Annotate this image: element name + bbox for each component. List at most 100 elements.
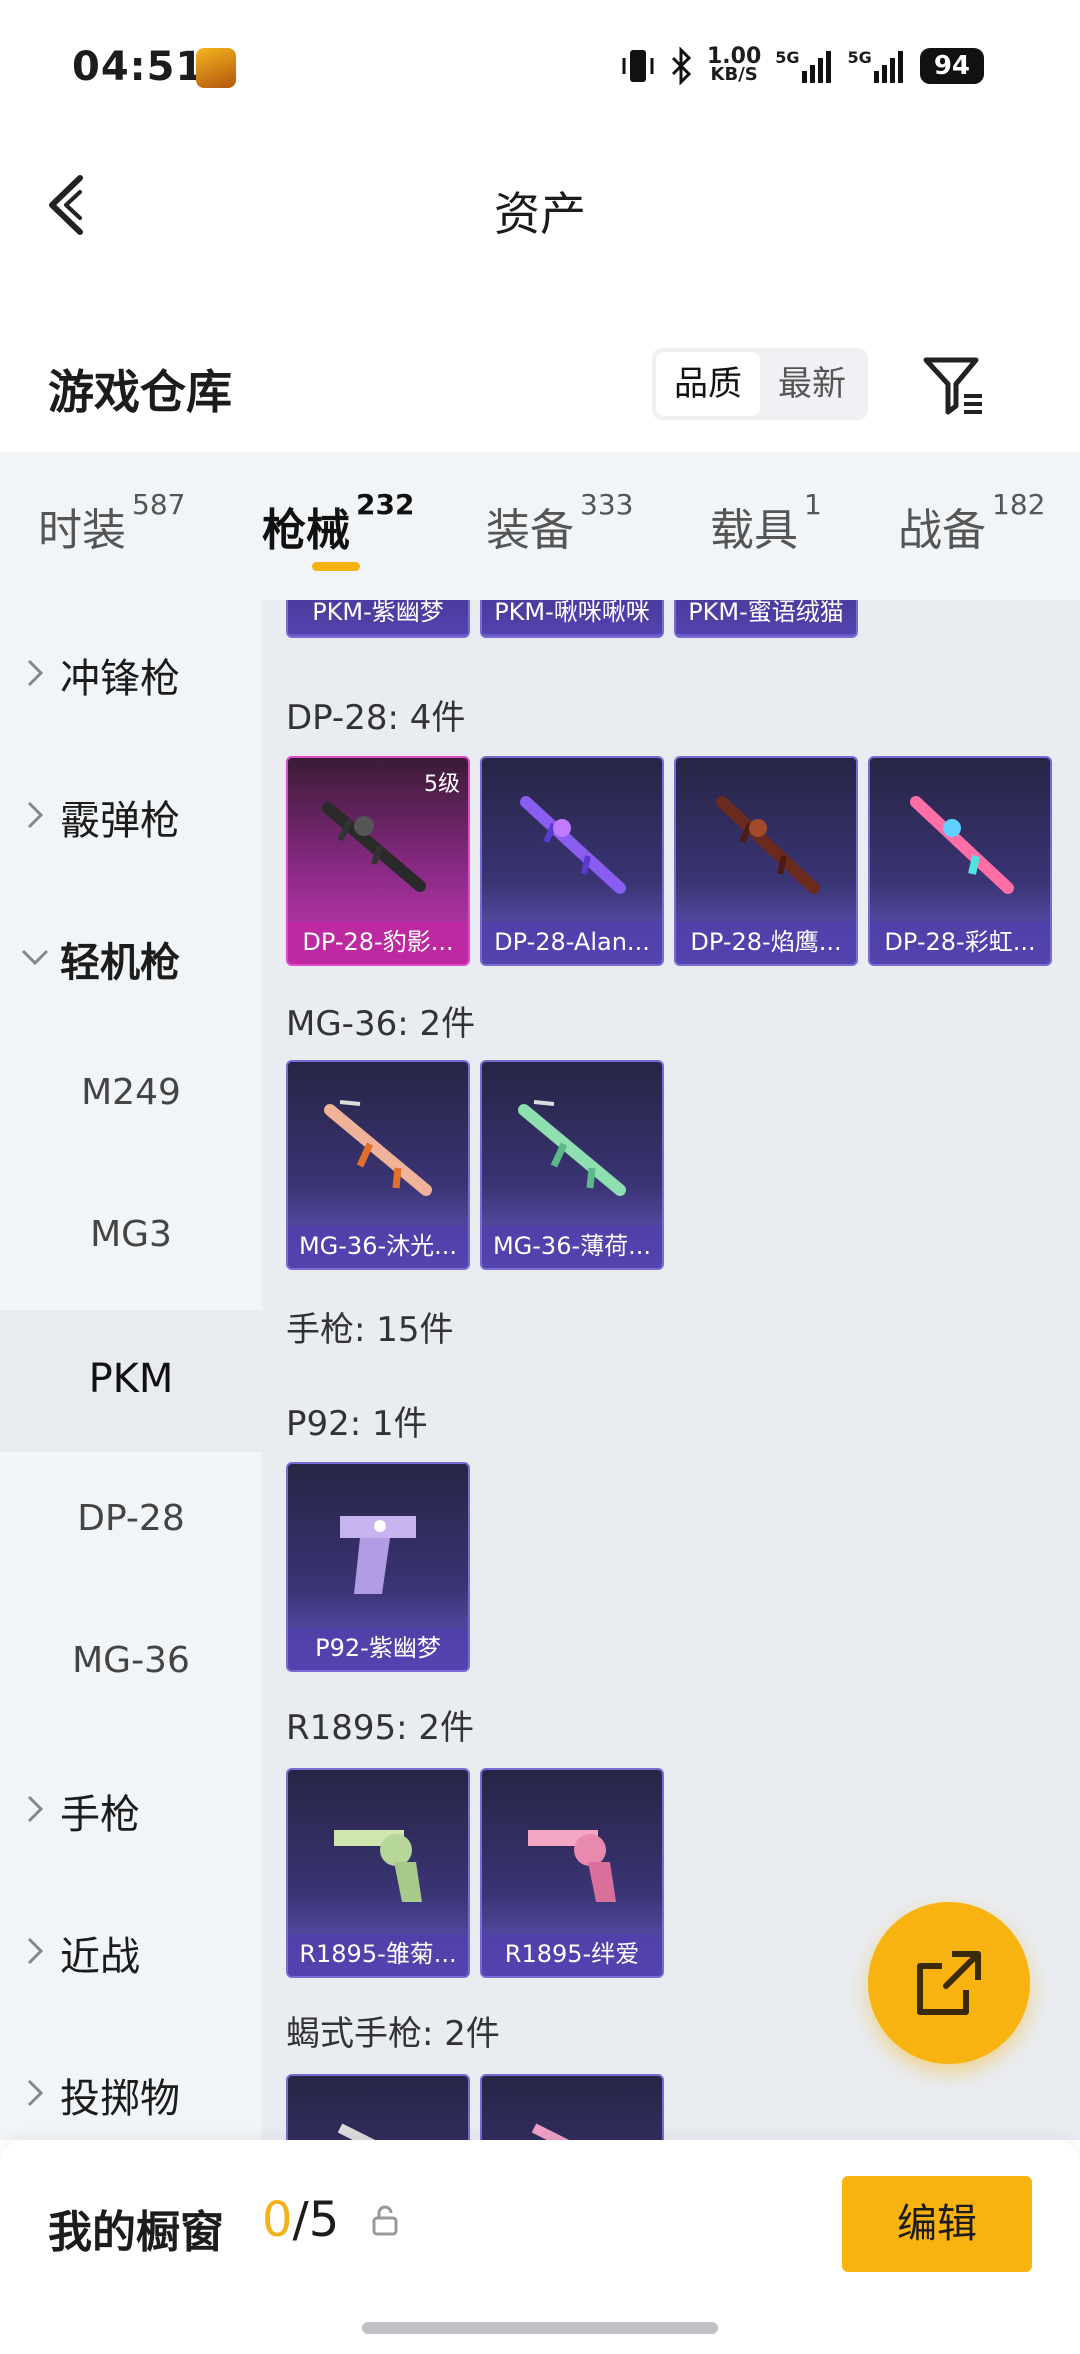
signal-2-label: 5G bbox=[847, 48, 872, 67]
lmg-skin-icon bbox=[324, 1100, 432, 1196]
top-nav: 资产 bbox=[0, 140, 1080, 270]
item-card[interactable]: R1895-雏菊... bbox=[286, 1768, 470, 1978]
tab-count: 1 bbox=[804, 488, 822, 521]
bluetooth-icon bbox=[669, 46, 693, 86]
signal-icon-2: 5G bbox=[848, 46, 906, 86]
pistol-skin-icon bbox=[337, 2123, 376, 2140]
tab-supplies[interactable]: 战备182 bbox=[898, 488, 1045, 558]
item-card[interactable]: DP-28-焰鹰... bbox=[674, 756, 858, 966]
status-time: 04:51 bbox=[72, 44, 205, 90]
sidebar-item-lmg[interactable]: 轻机枪 bbox=[0, 884, 262, 1026]
item-card[interactable]: 5级 DP-28-豹影... bbox=[286, 756, 470, 966]
sidebar-item-label: MG3 bbox=[90, 1214, 172, 1255]
item-card[interactable]: PKM-啾咪啾咪 bbox=[480, 600, 664, 638]
sidebar-item-pistol[interactable]: 手枪 bbox=[0, 1736, 262, 1878]
chevron-down-icon bbox=[21, 949, 49, 966]
signal-1-label: 5G bbox=[775, 48, 800, 67]
chevron-right-icon bbox=[27, 1795, 44, 1823]
tab-label: 装备 bbox=[486, 505, 574, 556]
lock-icon bbox=[370, 2204, 400, 2242]
sidebar-item-label: M249 bbox=[81, 1072, 181, 1113]
sidebar-item-pkm[interactable]: PKM bbox=[0, 1310, 262, 1452]
sidebar-item-melee[interactable]: 近战 bbox=[0, 1878, 262, 2020]
item-name: R1895-绊爱 bbox=[482, 1934, 662, 1976]
weapon-type-sidebar: 冲锋枪 霰弹枪 轻机枪 M249 MG3 PKM DP-28 MG-36 手枪 … bbox=[0, 600, 262, 2140]
signal-icon-1: 5G bbox=[775, 46, 833, 86]
item-card[interactable]: MG-36-沐光... bbox=[286, 1060, 470, 1270]
item-name: DP-28-彩虹... bbox=[870, 922, 1050, 964]
tab-fashion[interactable]: 时装587 bbox=[38, 488, 185, 558]
sidebar-item-shotgun[interactable]: 霰弹枪 bbox=[0, 742, 262, 884]
tab-count: 333 bbox=[580, 488, 634, 521]
item-name: PKM-蜜语绒猫 bbox=[676, 600, 856, 634]
sidebar-item-label: 冲锋枪 bbox=[60, 656, 180, 702]
tab-equipment[interactable]: 装备333 bbox=[486, 488, 633, 558]
sidebar-item-label: 轻机枪 bbox=[60, 940, 180, 986]
sidebar-item-mg36[interactable]: MG-36 bbox=[0, 1594, 262, 1736]
item-name: DP-28-豹影... bbox=[288, 922, 468, 964]
lmg-skin-icon bbox=[520, 796, 626, 894]
active-tab-indicator bbox=[312, 562, 360, 571]
lmg-skin-icon bbox=[322, 802, 426, 892]
sidebar-item-label: DP-28 bbox=[77, 1498, 185, 1539]
pistol-skin-icon bbox=[531, 2123, 570, 2140]
sidebar-item-label: PKM bbox=[88, 1356, 174, 1402]
category-tabs: 时装587 枪械232 装备333 载具1 战备182 bbox=[0, 452, 1080, 600]
showcase-title: 我的橱窗 bbox=[48, 2207, 224, 2258]
group-title: P92: 1件 bbox=[286, 1404, 428, 1444]
item-card[interactable]: PKM-蜜语绒猫 bbox=[674, 600, 858, 638]
item-card[interactable] bbox=[480, 2074, 664, 2140]
tab-vehicles[interactable]: 载具1 bbox=[710, 488, 822, 558]
item-name: PKM-紫幽梦 bbox=[288, 600, 468, 634]
sidebar-item-smg[interactable]: 冲锋枪 bbox=[0, 600, 262, 742]
item-card[interactable]: PKM-紫幽梦 bbox=[286, 600, 470, 638]
sidebar-item-label: 近战 bbox=[60, 1934, 140, 1980]
chevron-right-icon bbox=[27, 659, 44, 687]
showcase-count: 0/5 bbox=[262, 2192, 339, 2248]
item-card[interactable]: DP-28-彩虹... bbox=[868, 756, 1052, 966]
status-bar: 04:51 1.00 KB/S 5G 5G 94 bbox=[0, 0, 1080, 140]
group-title: MG-36: 2件 bbox=[286, 1004, 476, 1044]
item-card[interactable]: MG-36-薄荷... bbox=[480, 1060, 664, 1270]
status-icons: 1.00 KB/S 5G 5G 94 bbox=[621, 46, 984, 86]
sort-quality-button[interactable]: 品质 bbox=[656, 352, 760, 416]
warehouse-title: 游戏仓库 bbox=[48, 365, 232, 419]
sidebar-item-label: MG-36 bbox=[72, 1640, 190, 1681]
share-button[interactable] bbox=[868, 1902, 1030, 2064]
edit-button[interactable]: 编辑 bbox=[842, 2176, 1032, 2272]
tab-count: 587 bbox=[132, 488, 186, 521]
revolver-skin-icon bbox=[334, 1830, 422, 1902]
chevron-right-icon bbox=[27, 1937, 44, 1965]
showcase-count-current: 0 bbox=[262, 2192, 293, 2248]
sidebar-item-dp28[interactable]: DP-28 bbox=[0, 1452, 262, 1594]
sidebar-item-label: 霰弹枪 bbox=[60, 798, 180, 844]
showcase-count-total: 5 bbox=[308, 2192, 340, 2248]
sort-newest-button[interactable]: 最新 bbox=[760, 352, 864, 416]
group-title: 蝎式手枪: 2件 bbox=[286, 2014, 500, 2054]
item-card[interactable]: DP-28-Alan... bbox=[480, 756, 664, 966]
sidebar-item-mg3[interactable]: MG3 bbox=[0, 1168, 262, 1310]
tab-label: 载具 bbox=[710, 505, 798, 556]
tab-firearms[interactable]: 枪械232 bbox=[262, 488, 414, 558]
item-name: PKM-啾咪啾咪 bbox=[482, 600, 662, 634]
item-name: R1895-雏菊... bbox=[288, 1934, 468, 1976]
item-card[interactable]: R1895-绊爱 bbox=[480, 1768, 664, 1978]
filter-button[interactable] bbox=[920, 350, 990, 420]
item-name: DP-28-焰鹰... bbox=[676, 922, 856, 964]
sidebar-item-label: 投掷物 bbox=[60, 2076, 180, 2122]
revolver-skin-icon bbox=[528, 1830, 616, 1902]
app-notification-icon bbox=[196, 48, 236, 88]
item-card[interactable] bbox=[286, 2074, 470, 2140]
page-title: 资产 bbox=[494, 187, 586, 241]
item-card[interactable]: P92-紫幽梦 bbox=[286, 1462, 470, 1672]
vibrate-icon bbox=[621, 46, 655, 86]
tab-count: 182 bbox=[992, 488, 1046, 521]
sidebar-item-m249[interactable]: M249 bbox=[0, 1026, 262, 1168]
lmg-skin-icon bbox=[716, 796, 820, 894]
lmg-skin-icon bbox=[910, 796, 1014, 894]
item-name: MG-36-沐光... bbox=[288, 1226, 468, 1268]
net-speed: 1.00 KB/S bbox=[707, 46, 761, 86]
sort-toggle: 品质 最新 bbox=[652, 348, 868, 420]
group-title: R1895: 2件 bbox=[286, 1708, 475, 1748]
share-icon bbox=[917, 1951, 981, 2015]
